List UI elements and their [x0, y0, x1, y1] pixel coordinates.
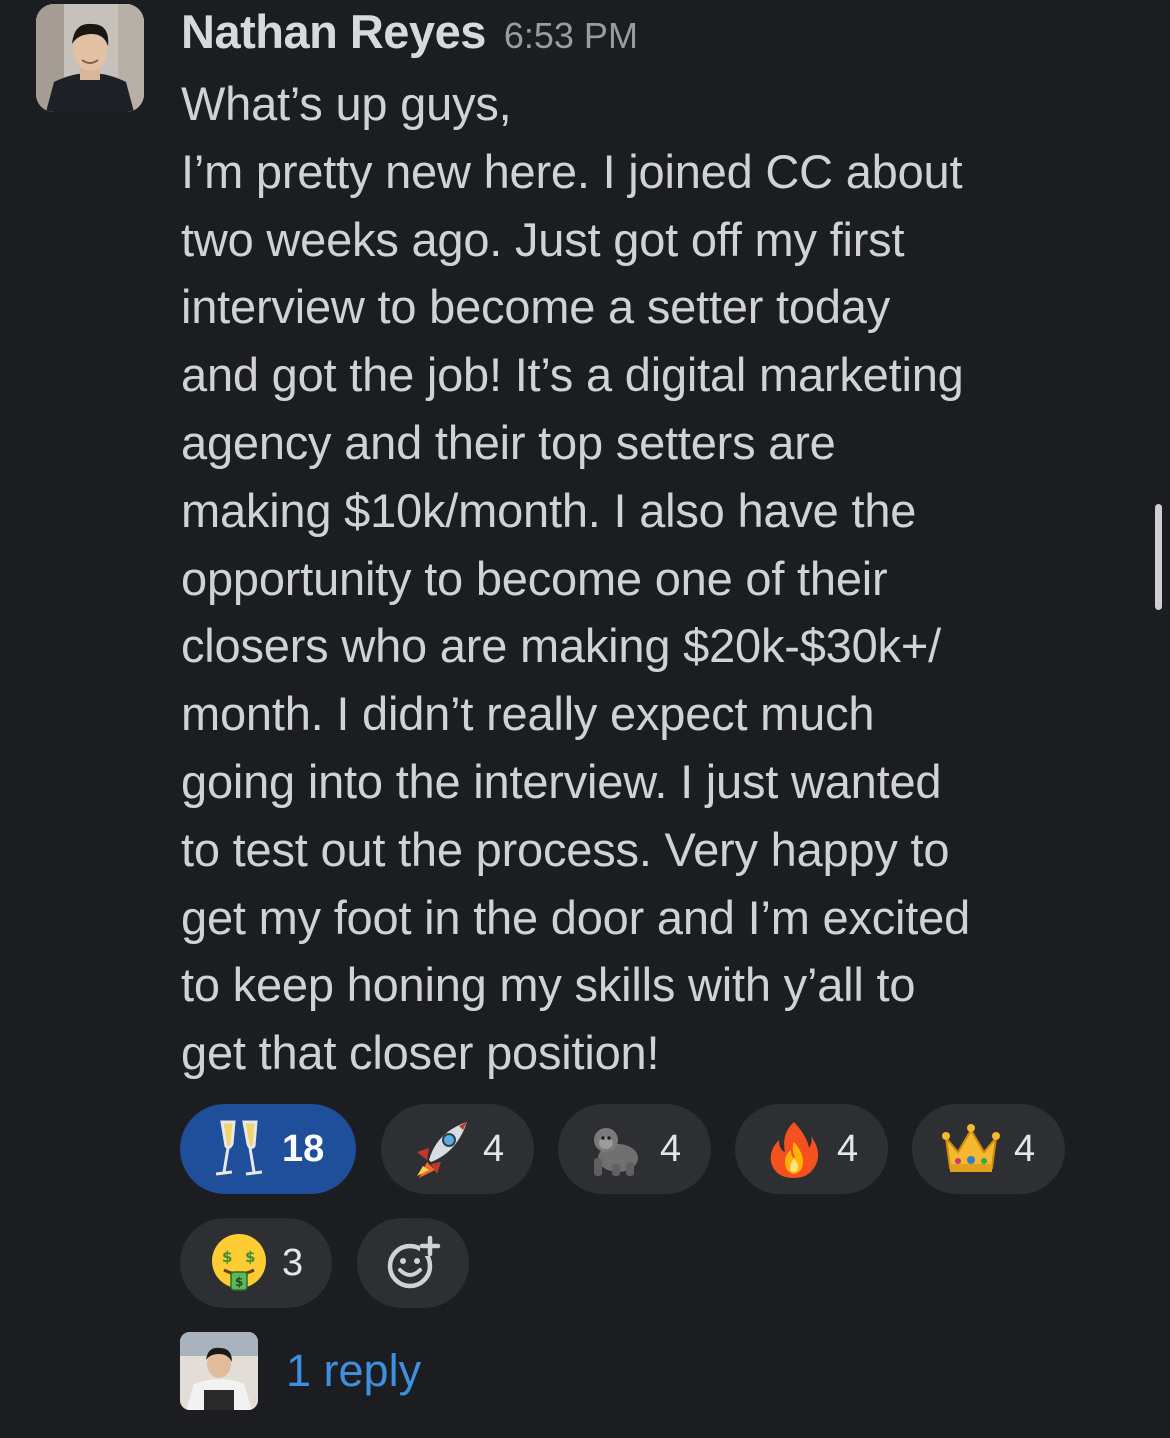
reply-avatar-image	[180, 1332, 258, 1410]
reaction-crown[interactable]: 4	[912, 1104, 1065, 1194]
message-line: What’s up guys,	[181, 77, 512, 130]
message-header: Nathan Reyes 6:53 PM	[181, 0, 1141, 70]
scrollbar[interactable]	[1155, 504, 1162, 610]
author-name[interactable]: Nathan Reyes	[181, 4, 486, 59]
message-line: two weeks ago. Just got off my first	[181, 212, 905, 266]
message-line: opportunity to become one of their	[181, 551, 888, 605]
add-reaction-button[interactable]	[357, 1218, 469, 1308]
message-line: interview to become a setter today	[181, 280, 891, 334]
reaction-count: 18	[282, 1127, 325, 1170]
svg-text:$: $	[222, 1248, 232, 1266]
message-timestamp[interactable]: 6:53 PM	[504, 15, 638, 57]
message: Nathan Reyes 6:53 PM What’s up guys, I’m…	[181, 0, 1141, 1087]
sender-avatar-image	[36, 4, 144, 112]
reaction-gorilla[interactable]: 4	[558, 1104, 711, 1194]
svg-text:$: $	[235, 1275, 243, 1289]
reaction-count: 3	[282, 1241, 304, 1284]
message-line: get my foot in the door and I’m excited	[181, 890, 971, 944]
reaction-count: 4	[837, 1127, 859, 1170]
reaction-money-mouth-face[interactable]: $ $ $ 3	[180, 1218, 332, 1308]
reaction-count: 4	[483, 1127, 505, 1170]
message-line: and got the job! It’s a digital marketin…	[181, 348, 964, 402]
message-line: to test out the process. Very happy to	[181, 822, 950, 876]
message-line: agency and their top setters are	[181, 415, 836, 469]
reply-count-link[interactable]: 1 reply	[286, 1345, 421, 1397]
message-line: get that closer position!	[181, 1026, 660, 1080]
message-body: What’s up guys, I’m pretty new here. I j…	[181, 70, 1141, 1087]
thread-summary: 1 reply	[180, 1332, 421, 1410]
reaction-clinking-glasses[interactable]: 18	[180, 1104, 356, 1194]
fire-icon	[763, 1118, 825, 1180]
message-line: going into the interview. I just wanted	[181, 754, 942, 808]
clinking-glasses-icon	[208, 1118, 270, 1180]
message-line: making $10k/month. I also have the	[181, 483, 917, 537]
svg-text:$: $	[245, 1248, 255, 1266]
reaction-count: 4	[660, 1127, 682, 1170]
sender-avatar[interactable]	[36, 4, 144, 112]
gorilla-icon	[586, 1118, 648, 1180]
rocket-icon	[409, 1118, 471, 1180]
add-reaction-icon	[387, 1235, 441, 1289]
message-line: to keep honing my skills with y’all to	[181, 958, 916, 1012]
reaction-fire[interactable]: 4	[735, 1104, 888, 1194]
reply-avatar[interactable]	[180, 1332, 258, 1410]
message-line: closers who are making $20k-$30k+/	[181, 619, 941, 673]
message-line: month. I didn’t really expect much	[181, 687, 875, 741]
message-line: I’m pretty new here. I joined CC about	[181, 144, 963, 198]
reaction-count: 4	[1014, 1127, 1036, 1170]
reaction-rocket[interactable]: 4	[381, 1104, 534, 1194]
crown-icon	[940, 1118, 1002, 1180]
money-mouth-face-icon: $ $ $	[208, 1232, 270, 1294]
